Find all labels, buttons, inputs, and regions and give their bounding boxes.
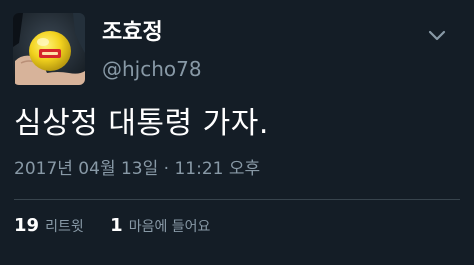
retweets-label: 리트윗 [45,219,84,235]
display-name[interactable]: 조효정 [102,20,163,46]
likes-stat[interactable]: 1 마음에 들어요 [110,215,210,236]
likes-count: 1 [110,215,123,236]
likes-label: 마음에 들어요 [128,219,211,235]
avatar[interactable] [13,13,85,85]
avatar-photo-apple [13,13,85,85]
retweets-stat[interactable]: 19 리트윗 [14,215,84,236]
divider [14,199,460,200]
chevron-down-icon[interactable] [428,27,446,41]
tweet-timestamp[interactable]: 2017년 04월 13일 · 11:21 오후 [14,158,260,180]
user-handle[interactable]: @hjcho78 [102,57,202,81]
tweet-detail: 조효정 @hjcho78 심상정 대통령 가자. 2017년 04월 13일 ·… [0,0,474,265]
retweets-count: 19 [14,215,40,236]
tweet-stats: 19 리트윗 1 마음에 들어요 [14,215,232,241]
tweet-text: 심상정 대통령 가자. [14,106,269,141]
